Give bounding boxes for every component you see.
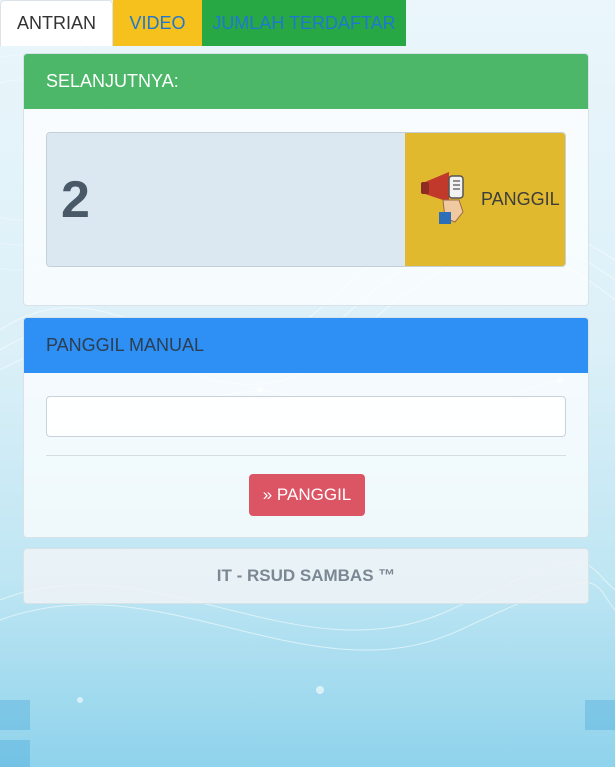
manual-number-input[interactable] [46, 396, 566, 437]
tab-antrian[interactable]: ANTRIAN [0, 0, 113, 46]
queue-display: 2 PANGGIL [46, 132, 566, 267]
manual-call-title: PANGGIL MANUAL [24, 318, 588, 373]
next-queue-title: SELANJUTNYA: [24, 54, 588, 109]
tab-bar: ANTRIAN VIDEO JUMLAH TERDAFTAR [0, 0, 406, 46]
next-queue-panel: SELANJUTNYA: 2 PANGGIL [23, 53, 589, 306]
footer-text: IT - RSUD SAMBAS ™ [216, 566, 396, 585]
queue-number: 2 [47, 133, 405, 266]
divider [46, 455, 566, 456]
footer: IT - RSUD SAMBAS ™ [23, 548, 589, 604]
call-next-label: PANGGIL [481, 189, 560, 209]
call-next-button[interactable]: PANGGIL [405, 133, 565, 266]
tab-video[interactable]: VIDEO [113, 0, 202, 46]
manual-call-panel: PANGGIL MANUAL » PANGGIL [23, 317, 589, 538]
megaphone-icon [419, 168, 473, 231]
tab-jumlah-terdaftar[interactable]: JUMLAH TERDAFTAR [202, 0, 406, 46]
manual-call-button[interactable]: » PANGGIL [249, 474, 365, 516]
